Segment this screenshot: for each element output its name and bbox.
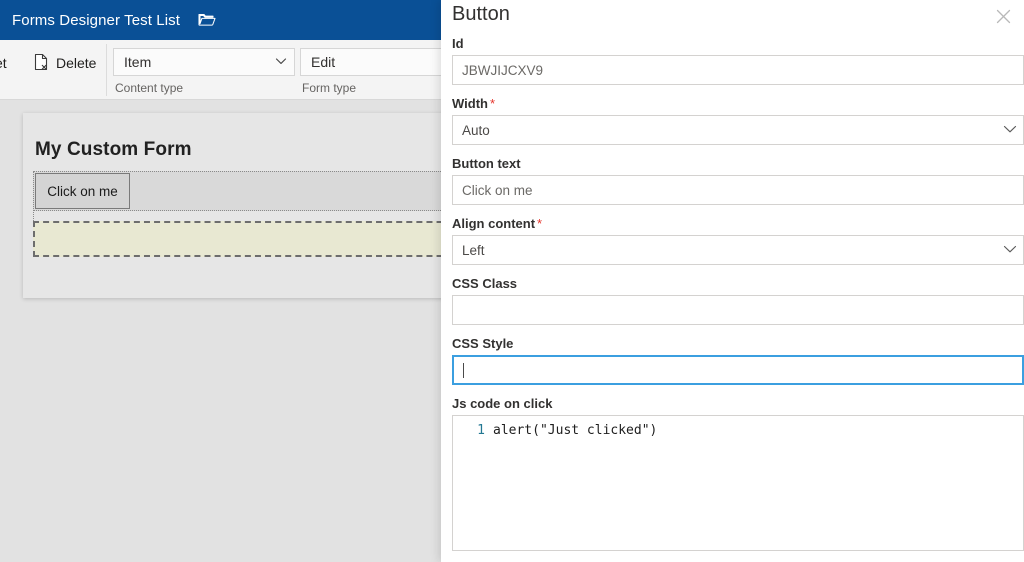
- designer-drop-zone[interactable]: [33, 221, 441, 257]
- command-ribbon: set Delete Item: [0, 40, 441, 100]
- designer-button-control[interactable]: Click on me: [35, 173, 130, 209]
- form-type-dropdown[interactable]: Edit: [300, 48, 441, 76]
- required-asterisk: *: [489, 96, 496, 111]
- chevron-down-icon: [1001, 120, 1019, 141]
- required-asterisk: *: [537, 216, 543, 231]
- close-icon[interactable]: [985, 0, 1021, 32]
- chevron-down-icon: [274, 54, 288, 71]
- field-width-label: Width *: [452, 96, 1024, 111]
- field-align-content: Align content * Left: [441, 216, 1024, 265]
- field-id-label: Id: [452, 36, 464, 51]
- button-text-input-value: Click on me: [462, 182, 533, 198]
- delete-document-icon: [33, 53, 50, 74]
- properties-panel: Button Id JBWJIJCXV9 Width * Auto Button…: [441, 0, 1024, 562]
- align-content-dropdown[interactable]: Left: [452, 235, 1024, 265]
- button-text-input[interactable]: Click on me: [452, 175, 1024, 205]
- field-button-text: Button text Click on me: [441, 156, 1024, 205]
- id-input[interactable]: JBWJIJCXV9: [452, 55, 1024, 85]
- code-content: alert("Just clicked"): [493, 423, 658, 438]
- content-type-group: Item Content type: [113, 48, 295, 95]
- line-number: 1: [477, 423, 485, 438]
- field-css-style-label: CSS Style: [452, 336, 514, 351]
- designer-button-label: Click on me: [47, 183, 118, 199]
- field-id: Id JBWJIJCXV9: [441, 36, 1024, 85]
- ribbon-divider: [106, 44, 107, 96]
- field-align-content-label-text: Align content: [452, 216, 536, 231]
- designer-canvas: My Custom Form Click on me: [0, 100, 441, 562]
- chevron-down-icon: [1001, 240, 1019, 261]
- panel-title: Button: [452, 3, 510, 25]
- form-title: My Custom Form: [35, 139, 192, 160]
- field-width-label-text: Width: [452, 96, 488, 111]
- host-application-area: Forms Designer Test List set: [0, 0, 441, 562]
- field-js-code-label: Js code on click: [452, 396, 553, 411]
- content-type-value: Item: [124, 54, 152, 70]
- field-width: Width * Auto: [441, 96, 1024, 145]
- reset-button[interactable]: set: [0, 49, 7, 77]
- form-type-group-label: Form type: [302, 81, 357, 95]
- js-code-editor[interactable]: 1 alert("Just clicked"): [452, 415, 1024, 551]
- field-button-text-label: Button text: [452, 156, 521, 171]
- delete-button-label: Delete: [56, 55, 97, 71]
- custom-form-card: My Custom Form Click on me: [23, 113, 441, 298]
- field-css-class: CSS Class: [441, 276, 1024, 325]
- designer-row-button[interactable]: Click on me: [33, 171, 441, 211]
- form-type-group: Edit Form type: [300, 48, 441, 95]
- field-align-content-label: Align content *: [452, 216, 1024, 231]
- field-css-class-label: CSS Class: [452, 276, 518, 291]
- align-content-dropdown-value: Left: [462, 242, 485, 258]
- text-caret: [463, 362, 464, 378]
- code-line: 1 alert("Just clicked"): [453, 416, 1023, 440]
- site-title: Forms Designer Test List: [12, 11, 181, 29]
- content-type-dropdown[interactable]: Item: [113, 48, 295, 76]
- properties-panel-body: Id JBWJIJCXV9 Width * Auto Button text C…: [441, 36, 1024, 562]
- delete-button[interactable]: Delete: [33, 49, 96, 77]
- form-type-value: Edit: [311, 54, 336, 70]
- css-class-input[interactable]: [452, 295, 1024, 325]
- properties-panel-header: Button: [441, 0, 1024, 36]
- css-style-input[interactable]: [452, 355, 1024, 385]
- reset-button-label: set: [0, 55, 7, 71]
- width-dropdown[interactable]: Auto: [452, 115, 1024, 145]
- open-folder-icon[interactable]: [198, 12, 216, 28]
- suite-bar: Forms Designer Test List: [0, 0, 441, 40]
- id-input-value: JBWJIJCXV9: [462, 62, 544, 78]
- field-js-code-on-click: Js code on click 1 alert("Just clicked"): [441, 396, 1024, 551]
- content-type-group-label: Content type: [115, 81, 184, 95]
- app-root: Forms Designer Test List set: [0, 0, 1024, 562]
- field-css-style: CSS Style: [441, 336, 1024, 385]
- width-dropdown-value: Auto: [462, 122, 490, 138]
